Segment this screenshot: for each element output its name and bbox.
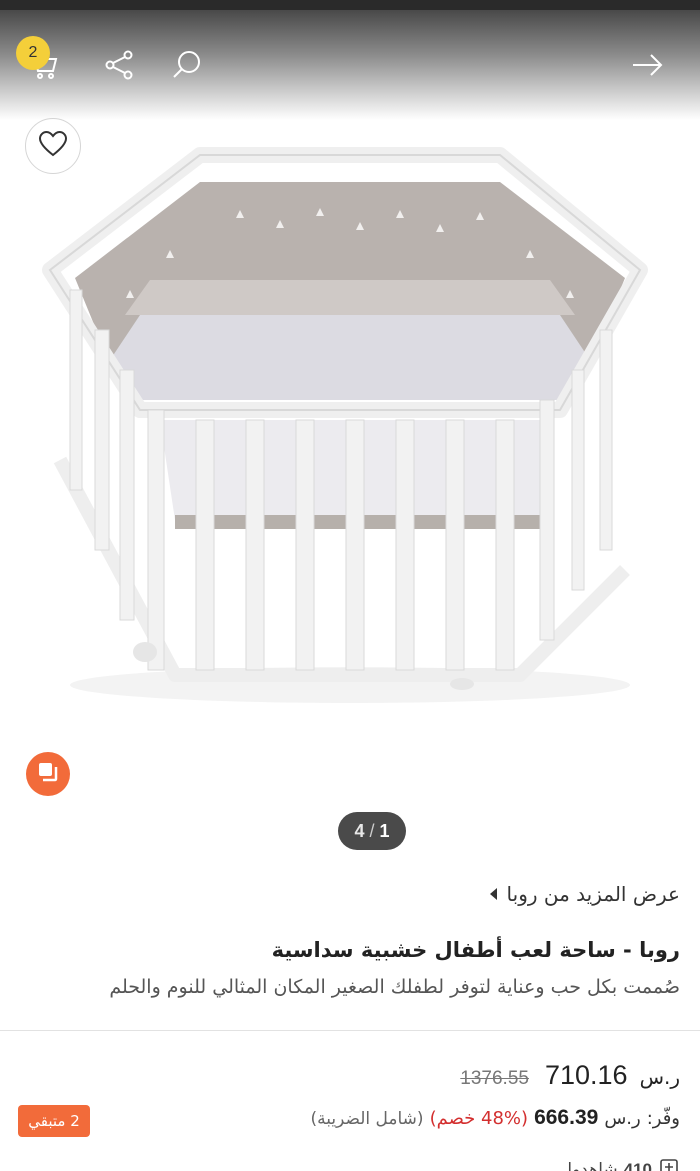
favorite-button[interactable] (25, 118, 81, 174)
stock-badge: 2 متبقي (18, 1105, 90, 1137)
save-amount: 666.39 (534, 1106, 599, 1129)
share-icon[interactable] (98, 44, 140, 86)
product-title: روبا - ساحة لعب أطفال خشبية سداسية (271, 938, 680, 962)
current-price: 710.16 (544, 1060, 628, 1090)
gallery-icon (36, 760, 60, 788)
old-price: 1376.55 (460, 1068, 529, 1089)
views-label: شاهدوا (567, 1159, 618, 1171)
more-from-brand-label: عرض المزيد من روبا (506, 882, 680, 906)
image-pager: 4 / 1 (338, 812, 406, 850)
cart-count-badge: 2 (16, 36, 50, 70)
pager-separator: / (369, 820, 375, 841)
gallery-button[interactable] (26, 752, 70, 796)
tax-note: (شامل الضريبة) (310, 1109, 424, 1129)
views-count: 410 (623, 1159, 652, 1171)
discount-percent: (48% خصم) (429, 1108, 529, 1129)
search-icon[interactable] (166, 44, 208, 86)
views-row: 410 شاهدوا (567, 1158, 680, 1171)
more-from-brand-link[interactable]: عرض المزيد من روبا (489, 882, 680, 906)
caret-left-icon (489, 888, 497, 900)
status-bar (0, 0, 700, 10)
divider (0, 1030, 700, 1031)
savings-row: وفّر: ر.س 666.39 (48% خصم) (شامل الضريبة… (310, 1106, 680, 1130)
price-row: ر.س 710.16 1376.55 (460, 1060, 680, 1091)
heart-icon (38, 130, 68, 162)
product-description: صُممت بكل حب وعناية لتوفر لطفلك الصغير ا… (109, 976, 680, 998)
save-label: وفّر: (646, 1108, 680, 1129)
product-image[interactable] (0, 100, 700, 820)
views-icon (658, 1158, 680, 1171)
pager-total: 4 (354, 820, 365, 841)
arrow-right-icon[interactable] (626, 44, 668, 86)
pager-current: 1 (379, 820, 390, 841)
price-currency: ر.س (639, 1065, 680, 1089)
save-currency: ر.س (604, 1108, 641, 1129)
